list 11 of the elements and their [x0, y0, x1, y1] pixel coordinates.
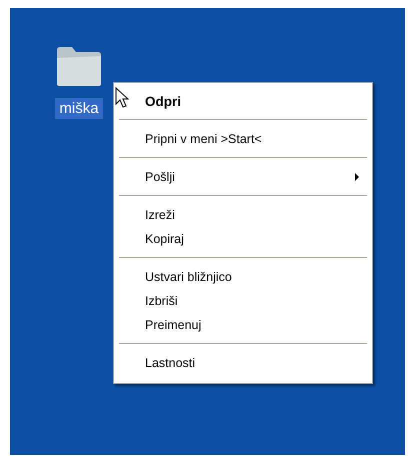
menu-item[interactable]: Preimenuj — [117, 313, 369, 337]
folder-icon[interactable] — [55, 44, 103, 88]
menu-item[interactable]: Izbriši — [117, 289, 369, 313]
menu-item[interactable]: Pripni v meni >Start< — [117, 127, 369, 151]
menu-item[interactable]: Kopiraj — [117, 227, 369, 251]
icon-label[interactable]: miška — [55, 98, 103, 119]
submenu-arrow-icon — [355, 173, 359, 181]
menu-item[interactable]: Pošlji — [117, 165, 369, 189]
menu-item[interactable]: Izreži — [117, 203, 369, 227]
menu-item[interactable]: Lastnosti — [117, 351, 369, 375]
menu-item[interactable]: Ustvari bližnjico — [117, 265, 369, 289]
